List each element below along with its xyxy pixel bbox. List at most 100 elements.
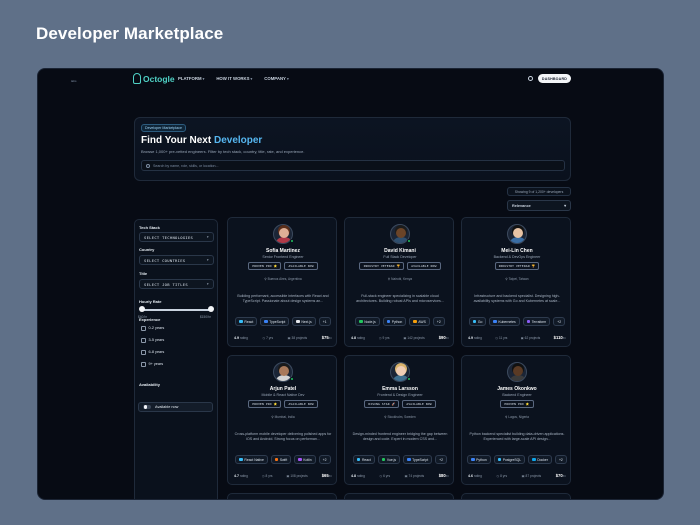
developer-card[interactable]: Emma Larsson Frontend & Design Engineer … <box>344 355 454 485</box>
rate-slider-max-handle[interactable] <box>208 306 214 312</box>
checkbox[interactable] <box>141 350 146 355</box>
developer-name[interactable]: Sofia Martinez <box>228 248 338 254</box>
briefcase-icon: ▣ <box>521 473 525 478</box>
search-icon[interactable] <box>528 76 533 81</box>
skill-tag[interactable]: AWS <box>409 317 430 326</box>
developer-card[interactable] <box>461 493 571 499</box>
developer-location: ⚲ Stockholm, Sweden <box>384 415 416 419</box>
skill-tag[interactable]: Next.js <box>292 317 316 326</box>
tech-icon <box>359 319 363 324</box>
skill-tag[interactable]: TypeScript <box>403 455 433 464</box>
skill-tag[interactable]: TypeScript <box>260 317 290 326</box>
experience-option[interactable]: 0-2 years <box>141 326 164 331</box>
hero-panel: Developer Marketplace Find Your Next Dev… <box>134 117 571 181</box>
clock-icon: ◷ <box>496 473 500 478</box>
frame-title: Developer Marketplace <box>36 24 224 43</box>
chevron-down-icon: ▾ <box>564 204 566 208</box>
developer-location: ⚲ Lagos, Nigeria <box>505 415 529 419</box>
experience-option[interactable]: 6-8 years <box>141 350 164 355</box>
developer-name[interactable]: David Kimani <box>345 248 455 254</box>
skill-tag[interactable]: +1 <box>318 317 331 326</box>
developer-card[interactable] <box>227 493 337 499</box>
availability-toggle[interactable]: Available now <box>138 402 213 412</box>
clock-icon: ◷ <box>261 473 265 478</box>
briefcase-icon: ▣ <box>287 335 291 340</box>
skill-tag[interactable]: +2 <box>318 455 331 464</box>
skill-tags: Node.js Python AWS +2 <box>345 317 455 326</box>
checkbox[interactable] <box>141 326 146 331</box>
skill-tag[interactable]: Node.js <box>355 317 380 326</box>
skill-tag[interactable]: +2 <box>435 455 448 464</box>
developer-card[interactable]: David Kimani Full Stack Developer INDUST… <box>344 217 454 347</box>
title-label: Title <box>139 271 148 276</box>
nav-link-how-it-works[interactable]: HOW IT WORKS ▾ <box>216 76 252 81</box>
nav-link-company[interactable]: COMPANY ▾ <box>264 76 288 81</box>
status-badge: PROVEN PRO ⭐ <box>248 262 282 270</box>
tech-icon <box>471 457 475 462</box>
experience-option[interactable]: 9+ years <box>141 362 163 367</box>
badge-row: INDUSTRY VETERAN 🏆 AVAILABLE NOW <box>345 262 455 270</box>
avatar <box>507 362 527 382</box>
rate-slider-track[interactable] <box>142 309 211 311</box>
skill-tag[interactable]: +2 <box>432 317 445 326</box>
checkbox[interactable] <box>141 362 146 367</box>
sort-select[interactable]: Relevance ▾ <box>507 200 571 211</box>
skill-tag[interactable]: PostgreSQL <box>493 455 526 464</box>
skill-tag[interactable]: Python <box>467 455 491 464</box>
skill-tag[interactable]: React <box>352 455 375 464</box>
search-placeholder: Search by name, role, skills, or locatio… <box>153 164 219 168</box>
hourly-rate: $70/hr <box>555 473 566 478</box>
skill-tag[interactable]: +2 <box>553 317 566 326</box>
tech-icon <box>497 457 502 462</box>
avatar <box>507 224 527 244</box>
developer-card[interactable]: Sofia Martinez Senior Frontend Engineer … <box>227 217 337 347</box>
search-icon <box>146 164 150 168</box>
skill-tag[interactable]: Swift <box>270 455 292 464</box>
skill-tag[interactable]: React Native <box>235 455 268 464</box>
skill-tag[interactable]: React <box>235 317 258 326</box>
checkbox[interactable] <box>141 338 146 343</box>
developer-card[interactable] <box>344 493 454 499</box>
developer-name[interactable]: Arjun Patel <box>228 386 338 392</box>
skill-tag[interactable]: Terraform <box>522 317 551 326</box>
experience-option[interactable]: 3-5 years <box>141 338 164 343</box>
developer-card[interactable]: Mei-Lin Chen Backend & DevOps Engineer I… <box>461 217 571 347</box>
tech-stack-select[interactable]: SELECT TECHNOLOGIES ▾ <box>139 232 214 242</box>
title-select[interactable]: SELECT JOB TITLES ▾ <box>139 279 214 289</box>
developer-name[interactable]: Mei-Lin Chen <box>462 248 572 254</box>
country-select[interactable]: SELECT COUNTRIES ▾ <box>139 255 214 265</box>
card-footer: 4.6 rating ◷ 8 yrs ▣ 87 projects $70/hr <box>468 473 566 478</box>
developer-name[interactable]: James Okonkwo <box>462 386 572 392</box>
developer-name[interactable]: Emma Larsson <box>345 386 455 392</box>
search-input[interactable]: Search by name, role, skills, or locatio… <box>141 160 565 171</box>
skill-tag[interactable]: Vue.js <box>377 455 401 464</box>
skill-tags: Go Kubernetes Terraform +2 <box>462 317 572 326</box>
tech-icon <box>407 457 411 462</box>
rate-slider-min-handle[interactable] <box>139 306 145 312</box>
chevron-down-icon: ▾ <box>250 76 253 81</box>
skill-tag[interactable]: Docker <box>528 455 552 464</box>
developer-description: Building performant, accessible interfac… <box>237 294 329 303</box>
developer-location: ⚲ Taipei, Taiwan <box>505 277 529 281</box>
skill-tag[interactable]: Kotlin <box>294 455 316 464</box>
hourly-rate: $110/hr <box>553 335 566 340</box>
skill-tag[interactable]: Python <box>382 317 407 326</box>
logo[interactable]: Octogle <box>133 73 175 84</box>
status-badge: INDUSTRY VETERAN 🏆 <box>359 262 405 270</box>
status-badge: RISING STAR 🚀 <box>364 400 400 408</box>
tech-icon <box>472 319 477 324</box>
nav-link-platform[interactable]: PLATFORM ▾ <box>178 76 204 81</box>
tech-icon <box>532 457 536 462</box>
skill-tag[interactable]: Kubernetes <box>489 317 520 326</box>
results-count: Showing 9 of 1,200+ developers <box>507 187 571 196</box>
dashboard-button[interactable]: DASHBOARD <box>538 74 571 83</box>
skill-tag[interactable]: Go <box>468 317 487 326</box>
top-nav: Octogle labs PLATFORM ▾ HOW IT WORKS ▾ COM… <box>38 69 663 91</box>
skill-tags: React Vue.js TypeScript +2 <box>345 455 455 464</box>
developer-card[interactable]: Arjun Patel Mobile & React Native Dev PR… <box>227 355 337 485</box>
developer-card[interactable]: James Okonkwo Backend Engineer PROVEN PR… <box>461 355 571 485</box>
badge-row: PROVEN PRO ⭐ AVAILABLE NOW <box>228 400 338 408</box>
developer-description: Design-minded frontend engineer bridging… <box>352 432 448 441</box>
skill-tag[interactable]: +2 <box>554 455 567 464</box>
toggle-switch[interactable] <box>143 404 151 410</box>
